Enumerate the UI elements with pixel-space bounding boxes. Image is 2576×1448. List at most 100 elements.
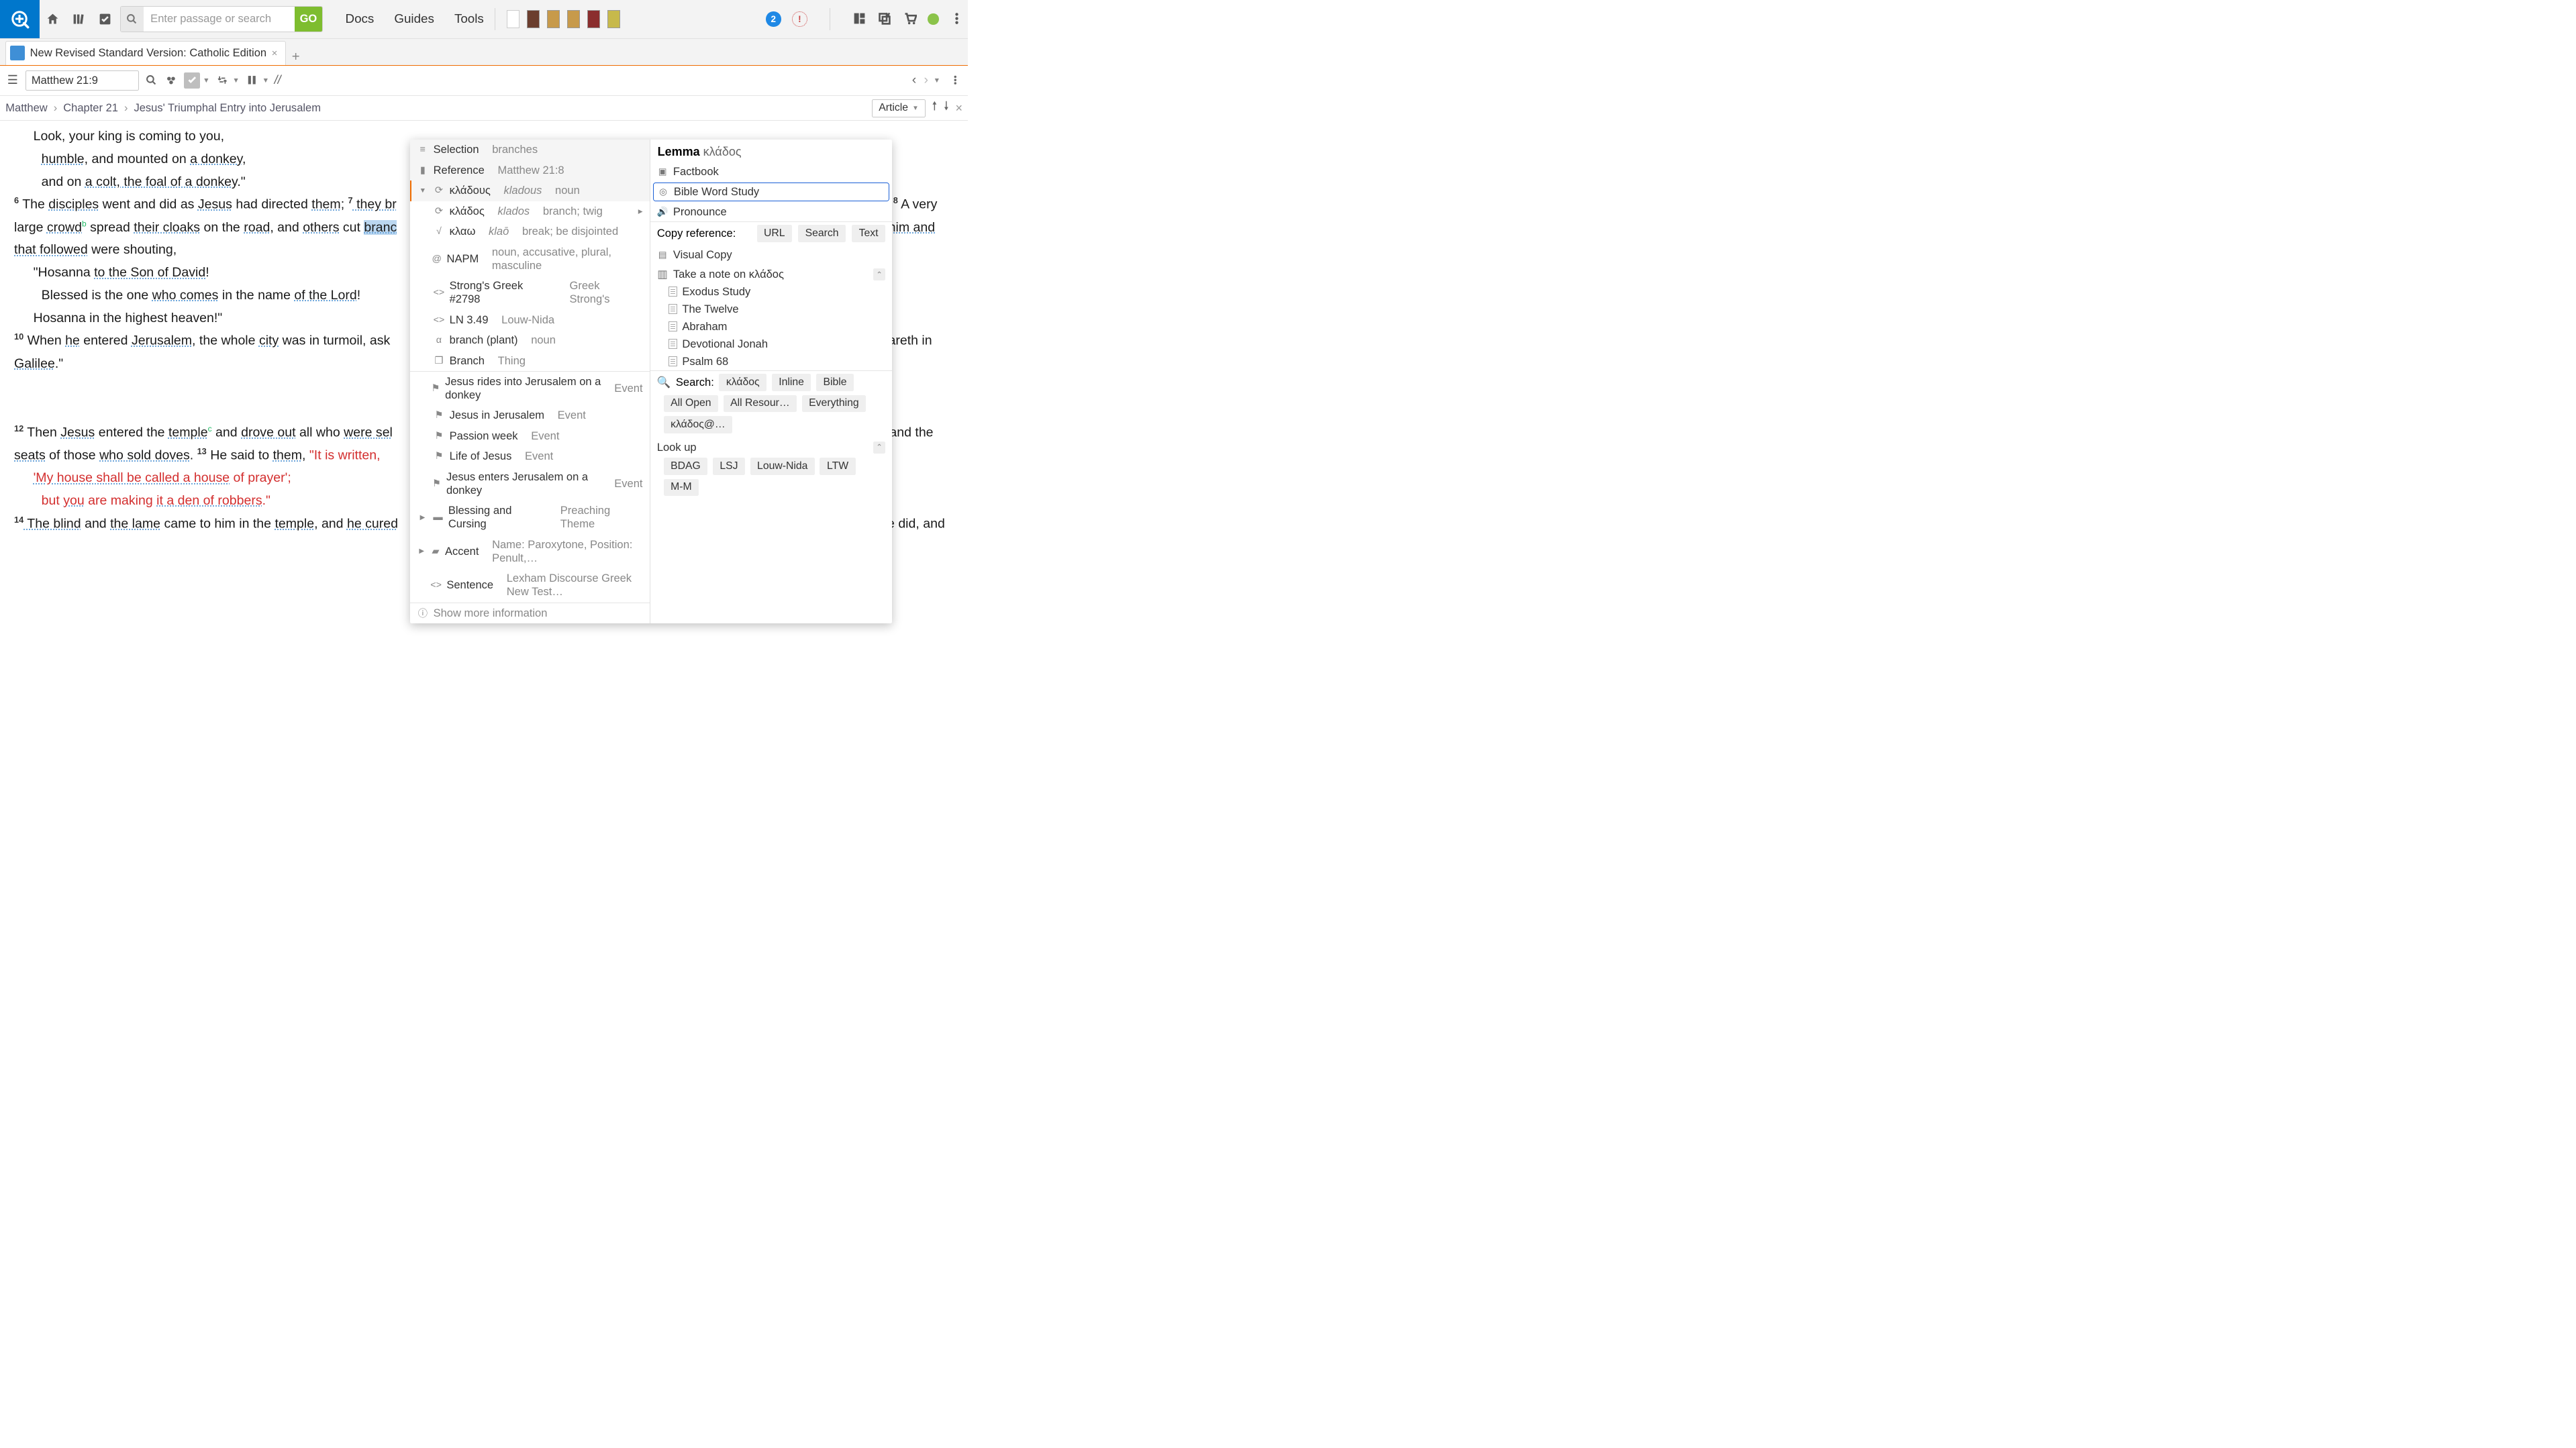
- kebab-menu[interactable]: [950, 11, 964, 27]
- shortcut-item[interactable]: [587, 10, 601, 28]
- parallel-button[interactable]: //: [275, 73, 281, 87]
- word[interactable]: drove out: [241, 425, 295, 439]
- word[interactable]: of the Lord: [294, 288, 356, 303]
- ctx-event-row[interactable]: ⚑Jesus enters Jerusalem on a donkey Even…: [410, 467, 650, 501]
- ctx-theme-row[interactable]: ▶▬Blessing and Cursing Preaching Theme: [410, 501, 650, 535]
- word[interactable]: to the Son of David: [94, 265, 205, 280]
- verse-num[interactable]: 12: [14, 423, 23, 433]
- sync-alert-badge[interactable]: !: [792, 11, 807, 27]
- lookup-section[interactable]: Look up⌃: [650, 437, 892, 456]
- lookup-pill[interactable]: Louw-Nida: [750, 458, 815, 475]
- word[interactable]: disciples: [48, 197, 99, 212]
- ctx-event-row[interactable]: ⚑Life of Jesus Event: [410, 446, 650, 467]
- search-input[interactable]: [144, 7, 295, 32]
- verse-num[interactable]: 10: [14, 331, 23, 342]
- lookup-pill[interactable]: BDAG: [664, 458, 708, 475]
- word[interactable]: who sold doves: [99, 448, 190, 462]
- lookup-pill[interactable]: LSJ: [713, 458, 745, 475]
- menu-docs[interactable]: Docs: [346, 11, 375, 26]
- menu-guides[interactable]: Guides: [394, 11, 434, 26]
- breadcrumb-section[interactable]: Jesus' Triumphal Entry into Jerusalem: [134, 101, 321, 115]
- take-note-section[interactable]: ▥Take a note on κλάδος⌃: [650, 264, 892, 283]
- add-tab-button[interactable]: +: [286, 50, 306, 65]
- word[interactable]: it a den of robbers: [156, 493, 262, 508]
- ctx-show-more[interactable]: ⓘShow more information: [410, 603, 650, 624]
- ctx-event-row[interactable]: ⚑Jesus in Jerusalem Event: [410, 405, 650, 426]
- factbook-link[interactable]: ▣Factbook: [650, 162, 892, 181]
- columns-icon[interactable]: [244, 72, 260, 88]
- ctx-event-row[interactable]: ⚑Passion week Event: [410, 426, 650, 447]
- app-logo[interactable]: [0, 0, 40, 38]
- shortcut-item[interactable]: [547, 10, 560, 28]
- checklist-button[interactable]: [92, 0, 118, 38]
- panel-kebab-icon[interactable]: [948, 72, 963, 88]
- pronounce-link[interactable]: 🔊Pronounce: [650, 202, 892, 221]
- verse-num[interactable]: 7: [348, 195, 353, 205]
- selected-word[interactable]: branc: [364, 220, 397, 235]
- dropdown-caret-icon[interactable]: ▼: [203, 76, 209, 85]
- library-button[interactable]: [66, 0, 92, 38]
- verse-num[interactable]: 14: [14, 515, 23, 525]
- find-icon[interactable]: [144, 72, 159, 88]
- search-pill[interactable]: Bible: [816, 374, 854, 391]
- word[interactable]: crowd: [47, 220, 82, 235]
- history-caret-icon[interactable]: ▼: [934, 76, 940, 85]
- ctx-morph-row[interactable]: @NAPM noun, accusative, plural, masculin…: [410, 242, 650, 276]
- word[interactable]: Jesus: [198, 197, 232, 212]
- interlinear-icon[interactable]: [215, 72, 230, 88]
- word[interactable]: the lame: [110, 516, 160, 531]
- contents-button[interactable]: ☰: [5, 73, 21, 87]
- chevron-up-icon[interactable]: ⌃: [873, 442, 885, 454]
- shortcut-item[interactable]: [507, 10, 520, 28]
- word[interactable]: humble: [42, 152, 85, 166]
- word[interactable]: Galilee: [14, 356, 55, 371]
- word[interactable]: Jerusalem: [132, 333, 192, 348]
- search-pill[interactable]: Everything: [802, 395, 866, 413]
- notebook-item[interactable]: The Twelve: [650, 301, 892, 318]
- word[interactable]: them: [311, 197, 340, 212]
- word[interactable]: that followed: [14, 242, 88, 257]
- ctx-selection-row[interactable]: ≡Selection branches: [410, 140, 650, 160]
- shortcut-item[interactable]: [567, 10, 581, 28]
- copy-text-button[interactable]: Text: [852, 225, 885, 242]
- shortcut-item[interactable]: [527, 10, 540, 28]
- notebook-item[interactable]: Psalm 68: [650, 353, 892, 370]
- lookup-pill[interactable]: M-M: [664, 479, 699, 497]
- ctx-accent-row[interactable]: ▶▰Accent Name: Paroxytone, Position: Pen…: [410, 535, 650, 569]
- word[interactable]: city: [259, 333, 279, 348]
- word[interactable]: them: [273, 448, 302, 462]
- inline-toggle[interactable]: [184, 72, 200, 89]
- verse-num[interactable]: 8: [893, 195, 898, 205]
- ctx-sense-row[interactable]: αbranch (plant) noun: [410, 330, 650, 351]
- bible-word-study-link[interactable]: ◎Bible Word Study: [653, 183, 889, 201]
- footnote-marker[interactable]: b: [82, 219, 87, 228]
- lookup-pill[interactable]: LTW: [820, 458, 855, 475]
- search-pill[interactable]: κλάδος: [719, 374, 766, 391]
- chevron-up-icon[interactable]: ⌃: [873, 268, 885, 280]
- search-pill[interactable]: κλάδος@…: [664, 416, 733, 433]
- word[interactable]: a donkey: [190, 152, 242, 166]
- reference-input[interactable]: Matthew 21:9: [26, 70, 139, 91]
- copy-search-button[interactable]: Search: [798, 225, 846, 242]
- breadcrumb-chapter[interactable]: Chapter 21: [63, 101, 118, 115]
- notebook-item[interactable]: Exodus Study: [650, 283, 892, 301]
- visual-copy-link[interactable]: ▤Visual Copy: [650, 245, 892, 264]
- word[interactable]: him and: [889, 220, 936, 235]
- home-button[interactable]: [40, 0, 66, 38]
- notebook-item[interactable]: Abraham: [650, 318, 892, 335]
- nav-back-icon[interactable]: ‹: [912, 72, 917, 88]
- search-icon[interactable]: [121, 7, 144, 32]
- word[interactable]: 'My house shall be called a house: [34, 470, 230, 485]
- verse-num[interactable]: 13: [197, 446, 207, 456]
- dropdown-caret-icon[interactable]: ▼: [232, 76, 239, 85]
- ctx-root-row[interactable]: ⟳κλάδος klados branch; twig▸: [410, 201, 650, 222]
- word[interactable]: he: [65, 333, 80, 348]
- copy-button[interactable]: [877, 11, 891, 27]
- dropdown-caret-icon[interactable]: ▼: [262, 76, 269, 85]
- menu-tools[interactable]: Tools: [454, 11, 484, 26]
- close-locator-icon[interactable]: ×: [956, 101, 963, 115]
- prev-article-icon[interactable]: 🠕: [932, 98, 938, 118]
- shortcut-item[interactable]: [607, 10, 621, 28]
- word[interactable]: others: [303, 220, 339, 235]
- word[interactable]: seats: [14, 448, 46, 462]
